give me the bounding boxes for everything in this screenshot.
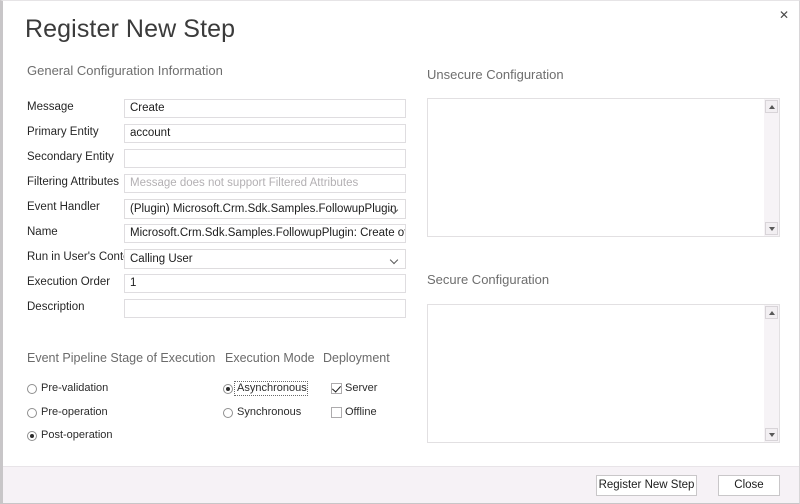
form-row: Event Handler (Plugin) Microsoft.Crm.Sdk.… bbox=[3, 199, 413, 224]
page-title: Register New Step bbox=[25, 15, 235, 44]
radio-selected-icon[interactable] bbox=[223, 384, 233, 394]
general-configuration-section-title: General Configuration Information bbox=[27, 63, 223, 78]
field-select[interactable]: Calling User bbox=[124, 249, 406, 269]
radio-option[interactable]: Synchronous bbox=[223, 407, 301, 420]
unsecure-configuration-textarea[interactable] bbox=[428, 99, 764, 236]
option-label: Server bbox=[331, 382, 377, 395]
form-row: Primary Entity account bbox=[3, 124, 413, 149]
checkbox-option[interactable]: Offline bbox=[331, 407, 377, 420]
register-new-step-dialog: ✕ Register New Step General Configuratio… bbox=[0, 0, 800, 504]
scroll-up-arrow-icon[interactable] bbox=[765, 306, 778, 319]
deployment-heading: Deployment bbox=[323, 351, 390, 365]
option-label: Post-operation bbox=[27, 429, 113, 442]
field-label: Event Handler bbox=[27, 201, 100, 213]
option-label: Offline bbox=[331, 406, 377, 419]
field-label: Run in User's Context bbox=[27, 251, 139, 263]
checkbox-option[interactable]: Server bbox=[331, 383, 377, 396]
general-configuration-form: Message Create Primary Entity account Second… bbox=[3, 99, 413, 324]
dialog-footer: Register New Step Close bbox=[3, 466, 799, 503]
chevron-down-icon bbox=[391, 257, 399, 262]
option-label: Asynchronous bbox=[235, 382, 307, 395]
secure-configuration-textarea[interactable] bbox=[428, 305, 764, 442]
field-label: Description bbox=[27, 301, 85, 313]
scroll-up-arrow-icon[interactable] bbox=[765, 100, 778, 113]
radio-option[interactable]: Pre-operation bbox=[27, 407, 108, 420]
field-input[interactable] bbox=[124, 149, 406, 168]
field-label: Message bbox=[27, 101, 74, 113]
secure-configuration-scrollbar[interactable] bbox=[763, 305, 779, 442]
field-input[interactable]: Create bbox=[124, 99, 406, 118]
field-input[interactable]: 1 bbox=[124, 274, 406, 293]
secure-configuration-textarea-wrapper bbox=[427, 304, 780, 443]
option-label: Pre-operation bbox=[27, 406, 108, 419]
radio-option[interactable]: Asynchronous bbox=[223, 383, 307, 396]
form-row: Name Microsoft.Crm.Sdk.Samples.FollowupPl… bbox=[3, 224, 413, 249]
unsecure-configuration-textarea-wrapper bbox=[427, 98, 780, 237]
unsecure-configuration-scrollbar[interactable] bbox=[763, 99, 779, 236]
unsecure-configuration-title: Unsecure Configuration bbox=[427, 67, 564, 82]
form-row: Filtering Attributes Message does not sup… bbox=[3, 174, 413, 199]
field-input[interactable]: account bbox=[124, 124, 406, 143]
field-label: Execution Order bbox=[27, 276, 110, 288]
register-new-step-button[interactable]: Register New Step bbox=[596, 475, 697, 496]
option-label: Pre-validation bbox=[27, 382, 108, 395]
scroll-down-arrow-icon[interactable] bbox=[765, 428, 778, 441]
form-row: Description bbox=[3, 299, 413, 324]
form-row: Execution Order 1 bbox=[3, 274, 413, 299]
close-icon[interactable]: ✕ bbox=[775, 6, 793, 24]
field-input[interactable]: Microsoft.Crm.Sdk.Samples.FollowupPlugin… bbox=[124, 224, 406, 243]
field-input[interactable] bbox=[124, 299, 406, 318]
form-row: Secondary Entity bbox=[3, 149, 413, 174]
event-pipeline-stage-heading: Event Pipeline Stage of Execution bbox=[27, 351, 215, 365]
field-label: Filtering Attributes bbox=[27, 176, 119, 188]
secure-configuration-title: Secure Configuration bbox=[427, 272, 549, 287]
scroll-down-arrow-icon[interactable] bbox=[765, 222, 778, 235]
close-button[interactable]: Close bbox=[718, 475, 780, 496]
field-label: Name bbox=[27, 226, 58, 238]
radio-option[interactable]: Post-operation bbox=[27, 430, 113, 443]
field-input[interactable]: Message does not support Filtered Attrib… bbox=[124, 174, 406, 193]
form-row: Run in User's ContextCalling User bbox=[3, 249, 413, 274]
form-row: Message Create bbox=[3, 99, 413, 124]
field-label: Secondary Entity bbox=[27, 151, 114, 163]
field-label: Primary Entity bbox=[27, 126, 99, 138]
field-select[interactable]: (Plugin) Microsoft.Crm.Sdk.Samples.Follo… bbox=[124, 199, 406, 219]
execution-mode-heading: Execution Mode bbox=[225, 351, 315, 365]
option-label: Synchronous bbox=[223, 406, 301, 419]
radio-option[interactable]: Pre-validation bbox=[27, 383, 108, 396]
chevron-down-icon bbox=[391, 207, 399, 212]
